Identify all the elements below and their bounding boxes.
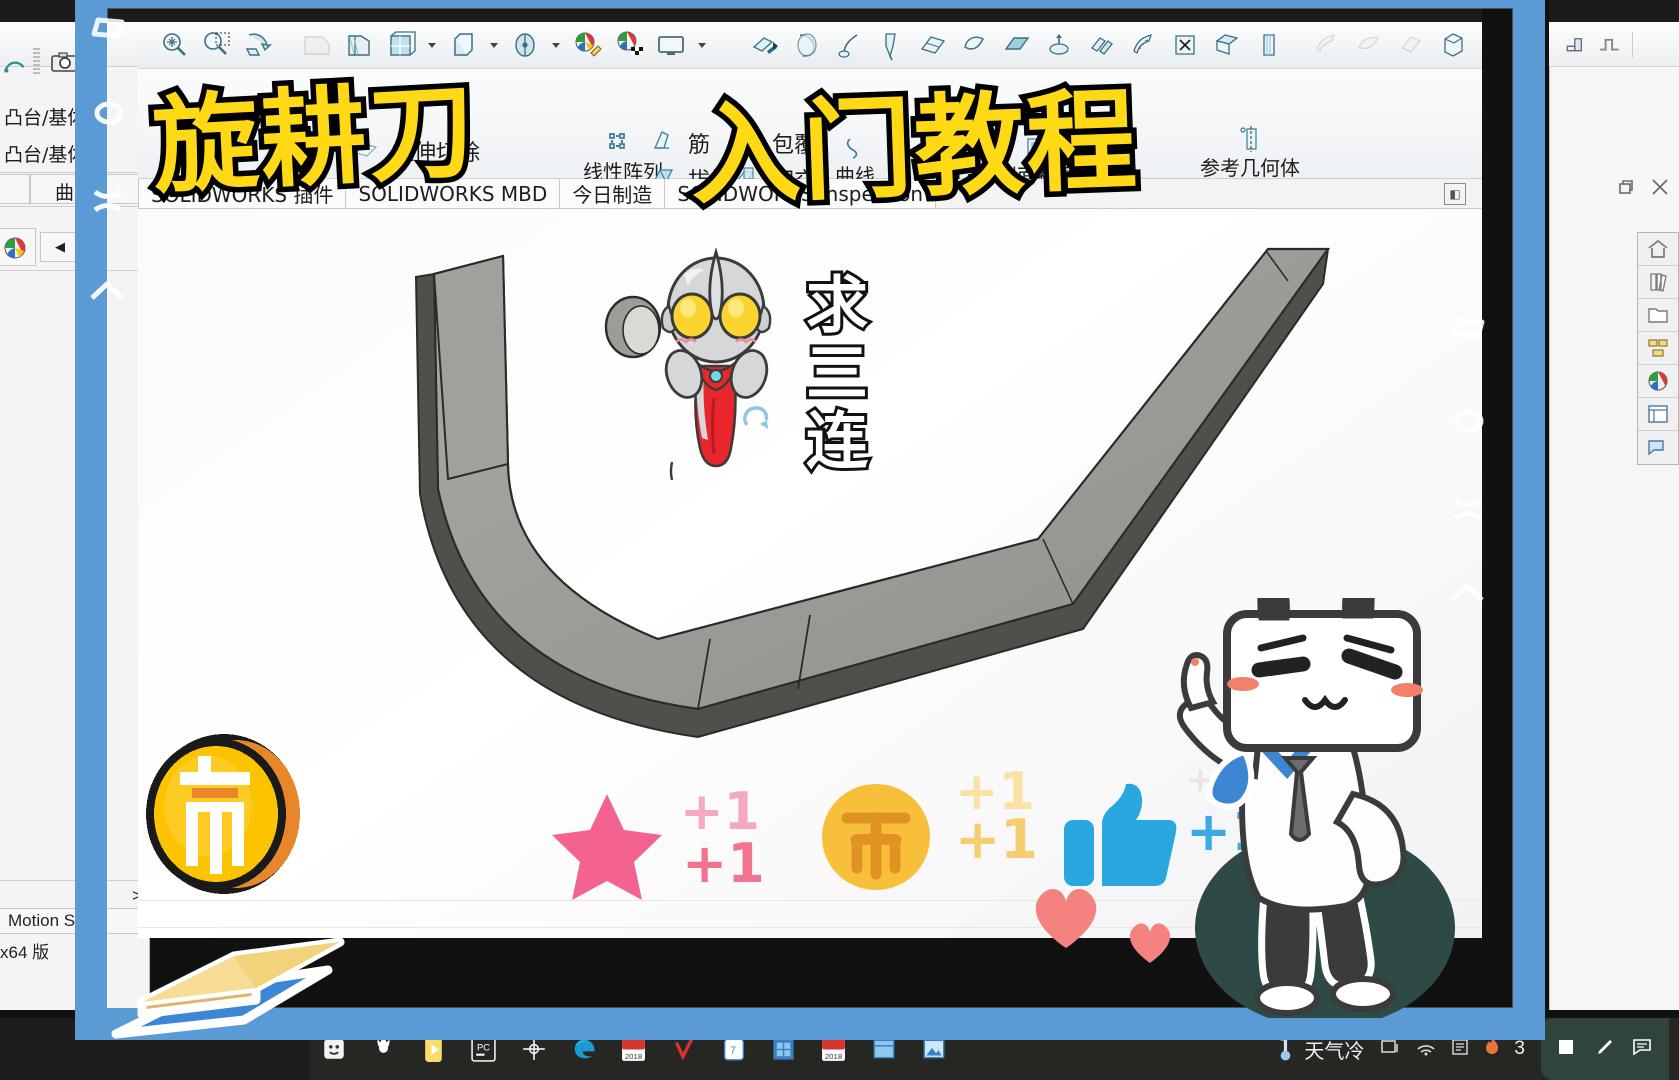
title-left: 旋耕刀: [144, 63, 485, 214]
coin-sticker-small: [820, 782, 932, 897]
toolbar-grip[interactable]: [33, 48, 40, 74]
bilibili-mascot: [1095, 565, 1495, 1028]
frame-circle-icon: [92, 96, 126, 135]
battery-percent: 3: [1514, 1038, 1525, 1059]
notification-pill[interactable]: [1541, 1018, 1669, 1080]
restore-icon[interactable]: [1615, 177, 1635, 202]
svg-text:7: 7: [730, 1045, 736, 1056]
svg-text:PC: PC: [477, 1042, 490, 1052]
close-icon[interactable]: [1649, 176, 1671, 203]
appearance-button[interactable]: [0, 228, 36, 266]
frame-cross-icon: [90, 184, 126, 223]
svg-text:2018: 2018: [825, 1051, 842, 1060]
frame-circle-icon-right: [1452, 404, 1486, 443]
notification-center-icon[interactable]: [1631, 1036, 1655, 1063]
frame-triangle-icon: [88, 276, 126, 311]
collapse-left-arrow-button[interactable]: ◀: [40, 232, 80, 262]
star-plus-one-2: +1: [682, 832, 765, 895]
pen-icon[interactable]: [1593, 1035, 1617, 1064]
file-explorer-icon[interactable]: [1638, 299, 1678, 332]
task-view-icon[interactable]: [1380, 1037, 1402, 1062]
appearances-icon[interactable]: [1638, 365, 1678, 398]
snip-tool-icon[interactable]: [1555, 1035, 1579, 1064]
sheetmetal-icon[interactable]: [1564, 29, 1590, 60]
heart-sticker-large: [1026, 880, 1106, 957]
appearance-sphere-icon: [3, 236, 27, 265]
star-sticker: [548, 790, 666, 907]
coin-plus-one-2: +1: [955, 808, 1038, 871]
task-pane[interactable]: [1637, 232, 1679, 465]
title-right: 入门教程: [683, 71, 1146, 226]
home-icon[interactable]: [1638, 233, 1678, 266]
right-window-fragment: [1549, 0, 1679, 1010]
view-palette-icon[interactable]: [1638, 332, 1678, 365]
forum-icon[interactable]: [1638, 431, 1678, 464]
coin-sticker-large: [136, 722, 306, 917]
frame-rectangle-icon: [88, 12, 128, 51]
screenshot-root: 凸台/基体 凸台/基体 曲面 ◀ > Motion S x64 版: [0, 0, 1679, 1080]
left-cell-blank[interactable]: [0, 174, 30, 204]
left-chevron-icon: ◀: [55, 239, 65, 254]
right-fragment-titlebar: [1549, 0, 1679, 22]
design-library-icon[interactable]: [1638, 266, 1678, 299]
step-profile-icon[interactable]: [1598, 29, 1624, 60]
ultraman-sticker: [636, 247, 796, 503]
custom-properties-icon[interactable]: [1638, 398, 1678, 431]
sketch-icon[interactable]: [2, 52, 28, 83]
ime-icon[interactable]: [1450, 1037, 1470, 1062]
frame-rectangle-icon-right: [1448, 312, 1488, 351]
frame-cross-icon-right: [1450, 492, 1486, 531]
vertical-slogan: 求三连: [792, 269, 871, 479]
svg-text:2018: 2018: [625, 1051, 642, 1060]
books-sticker: [96, 922, 356, 1057]
wifi-icon[interactable]: [1415, 1037, 1437, 1062]
window-controls[interactable]: [1615, 176, 1671, 203]
